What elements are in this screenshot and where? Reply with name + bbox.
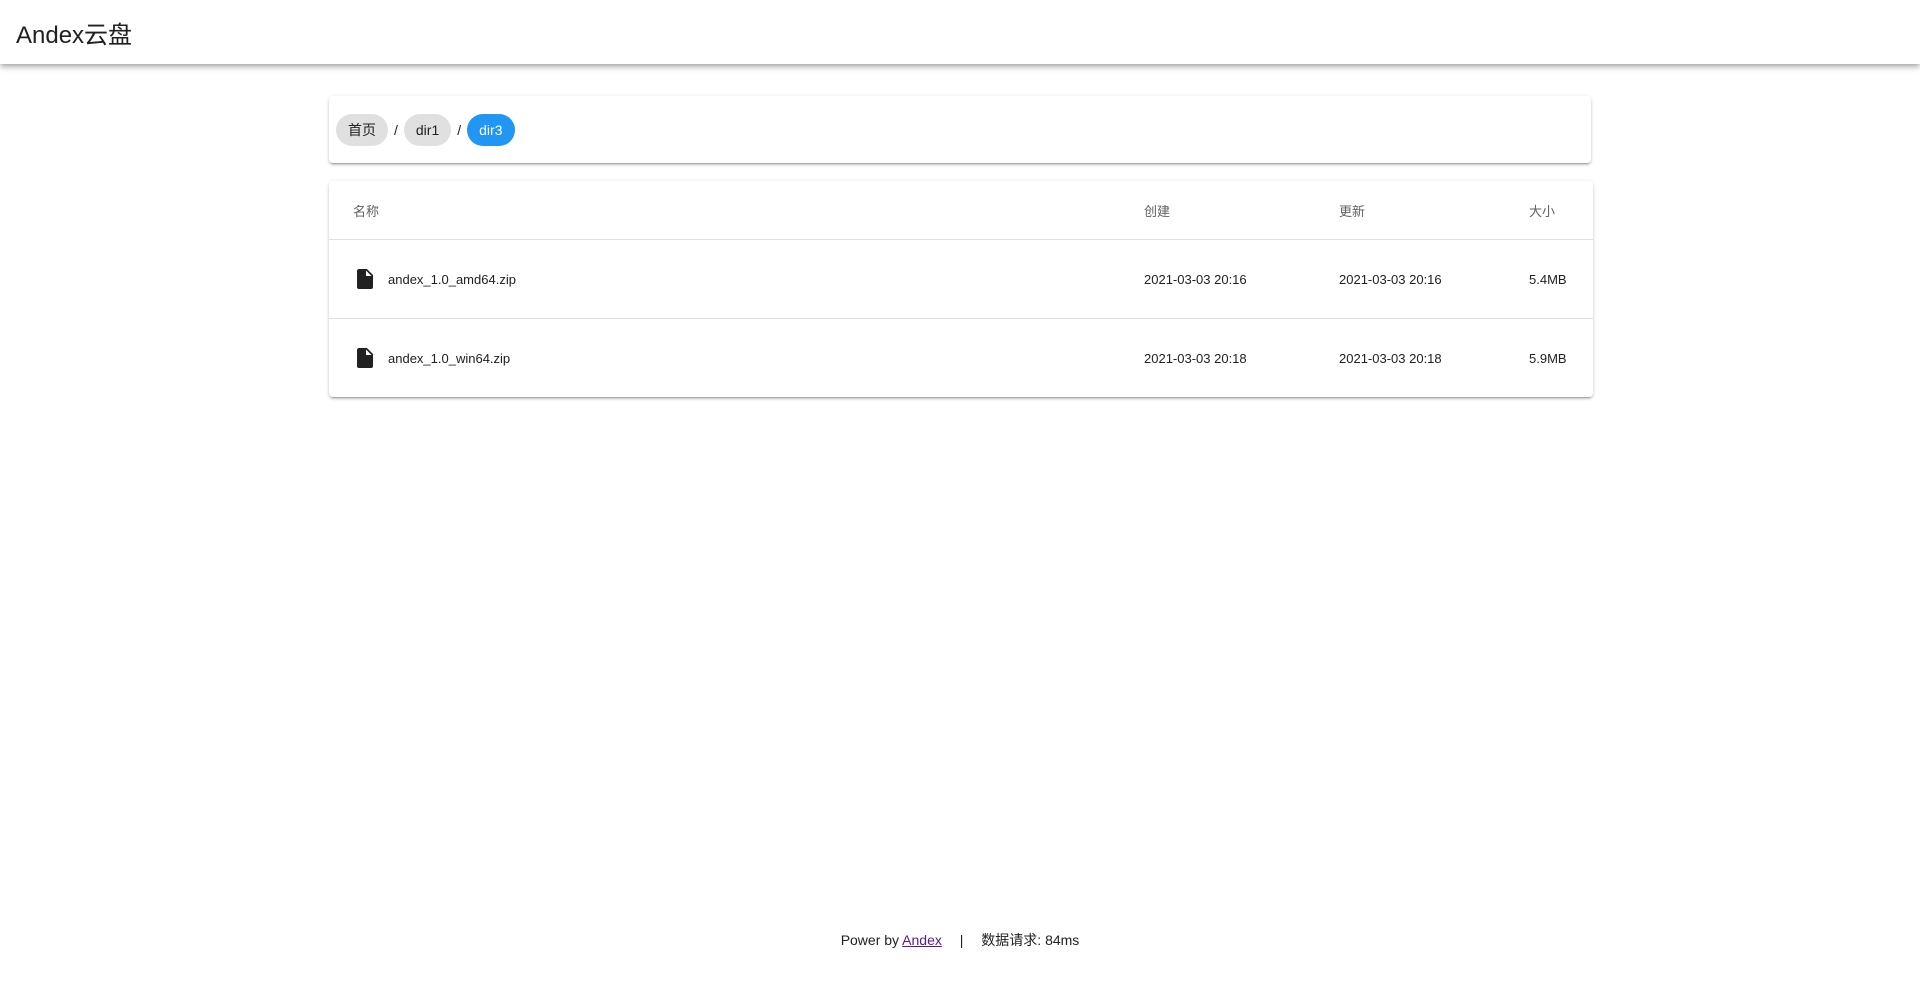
footer-separator: | [959,932,964,948]
file-size: 5.4MB [1528,239,1593,319]
footer-request-time: 数据请求: 84ms [981,932,1080,948]
header-created[interactable]: 创建 [1143,181,1338,240]
file-icon [353,267,377,291]
breadcrumb-separator: / [457,121,462,138]
file-icon [353,346,377,370]
breadcrumb: 首页 / dir1 / dir3 [329,96,1591,163]
breadcrumb-chip-dir3[interactable]: dir3 [467,113,515,146]
file-list: 名称 创建 更新 大小 andex_1.0_amd64.zip 2021-03-… [329,181,1593,397]
breadcrumb-chip-home[interactable]: 首页 [336,113,388,146]
app-title: Andex云盘 [16,21,133,49]
app-bar: Andex云盘 [0,0,1920,64]
file-updated: 2021-03-03 20:16 [1338,239,1528,319]
header-updated[interactable]: 更新 [1338,181,1528,240]
footer: Power by Andex | 数据请求: 84ms [0,930,1920,950]
file-created: 2021-03-03 20:16 [1143,239,1338,319]
file-updated: 2021-03-03 20:18 [1339,350,1442,366]
breadcrumb-separator: / [394,121,398,138]
file-table: 名称 创建 更新 大小 andex_1.0_amd64.zip 2021-03-… [329,181,1593,397]
file-created: 2021-03-03 20:18 [1144,350,1247,366]
file-name-cell: andex_1.0_win64.zip [329,319,1143,398]
file-name-link[interactable]: andex_1.0_win64.zip [388,351,510,366]
table-header-row: 名称 创建 更新 大小 [329,181,1593,240]
breadcrumb-chip-dir1[interactable]: dir1 [403,113,452,146]
footer-power-by: Power by [840,932,900,948]
header-name[interactable]: 名称 [329,181,1143,240]
table-row[interactable]: andex_1.0_win64.zip 2021-03-03 20:18 202… [329,319,1593,398]
file-size: 5.9MB [1529,350,1567,366]
footer-andex-link[interactable]: Andex [902,932,942,948]
file-name-link[interactable]: andex_1.0_amd64.zip [388,272,516,287]
header-size[interactable]: 大小 [1528,181,1593,240]
file-name-cell: andex_1.0_amd64.zip [329,239,1143,319]
table-row[interactable]: andex_1.0_amd64.zip 2021-03-03 20:16 202… [329,239,1593,319]
